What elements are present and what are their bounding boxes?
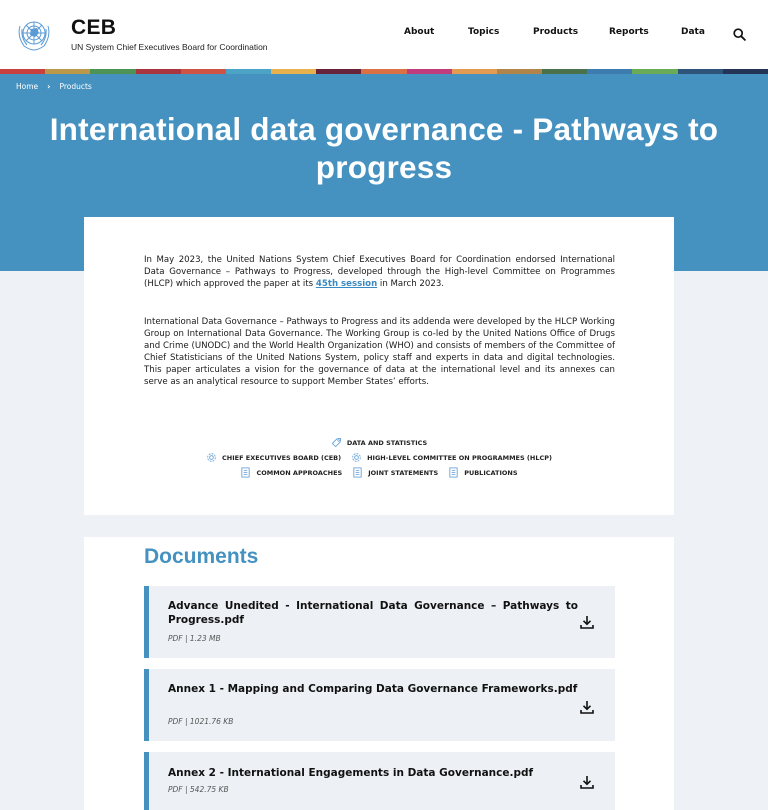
un-emblem-icon[interactable] <box>14 14 54 54</box>
tag-publications[interactable]: PUBLICATIONS <box>448 467 518 478</box>
nav-products[interactable]: Products <box>533 27 578 37</box>
document-title[interactable]: Annex 2 - International Engagements in D… <box>168 766 578 780</box>
documents-section: Documents Advance Unedited - Internation… <box>84 537 674 810</box>
document-item[interactable]: Annex 2 - International Engagements in D… <box>144 752 615 810</box>
tag-label: HIGH-LEVEL COMMITTEE ON PROGRAMMES (HLCP… <box>367 453 552 462</box>
tag-ceb[interactable]: CHIEF EXECUTIVES BOARD (CEB) <box>206 452 341 463</box>
site-header: CEB UN System Chief Executives Board for… <box>0 0 768 69</box>
download-icon[interactable] <box>579 614 595 630</box>
tag-label: PUBLICATIONS <box>464 468 518 477</box>
intro-paragraph-2: International Data Governance – Pathways… <box>144 317 615 387</box>
document-title[interactable]: Advance Unedited - International Data Go… <box>168 599 578 627</box>
intro-card: In May 2023, the United Nations System C… <box>84 217 674 515</box>
gear-icon <box>352 453 361 462</box>
tag-data-and-statistics[interactable]: DATA AND STATISTICS <box>331 437 427 448</box>
intro-text: in March 2023. <box>377 278 445 289</box>
document-icon <box>353 467 362 478</box>
chevron-right-icon: › <box>47 82 51 91</box>
body-tags: CHIEF EXECUTIVES BOARD (CEB) HIGH-LEVEL … <box>84 450 674 465</box>
nav-reports[interactable]: Reports <box>609 27 649 37</box>
tag-joint-statements[interactable]: JOINT STATEMENTS <box>352 467 438 478</box>
topic-tags: DATA AND STATISTICS <box>84 435 674 450</box>
search-icon[interactable] <box>733 28 746 41</box>
download-icon[interactable] <box>579 699 595 715</box>
brand-subtitle: UN System Chief Executives Board for Coo… <box>71 42 268 52</box>
document-item[interactable]: Annex 1 - Mapping and Comparing Data Gov… <box>144 669 615 741</box>
documents-heading: Documents <box>144 545 259 568</box>
document-meta: PDF | 542.75 KB <box>168 785 229 794</box>
document-meta: PDF | 1.23 MB <box>168 634 221 643</box>
breadcrumb-products[interactable]: Products <box>59 82 91 91</box>
breadcrumb-home[interactable]: Home <box>16 82 38 91</box>
nav-about[interactable]: About <box>404 27 434 37</box>
tag-hlcp[interactable]: HIGH-LEVEL COMMITTEE ON PROGRAMMES (HLCP… <box>351 452 552 463</box>
tags: DATA AND STATISTICS CHIEF EXECUTIVES BOA… <box>84 435 674 480</box>
document-meta: PDF | 1021.76 KB <box>168 717 234 726</box>
gear-icon <box>207 453 216 462</box>
tag-common-approaches[interactable]: COMMON APPROACHES <box>240 467 342 478</box>
nav-topics[interactable]: Topics <box>468 27 499 37</box>
page-title: International data governance - Pathways… <box>49 111 719 185</box>
tag-icon <box>331 437 341 448</box>
brand-title[interactable]: CEB <box>71 16 116 40</box>
breadcrumb: Home › Products <box>16 82 92 91</box>
tag-label: CHIEF EXECUTIVES BOARD (CEB) <box>222 453 342 462</box>
document-icon <box>449 467 458 478</box>
document-item[interactable]: Advance Unedited - International Data Go… <box>144 586 615 658</box>
type-tags: COMMON APPROACHES JOINT STATEMENTS PUBLI… <box>84 465 674 480</box>
document-icon <box>241 467 251 478</box>
session-link[interactable]: 45th session <box>316 279 377 289</box>
intro-paragraph-1: In May 2023, the United Nations System C… <box>144 255 615 291</box>
download-icon[interactable] <box>579 774 595 790</box>
tag-label: DATA AND STATISTICS <box>346 438 428 447</box>
tag-label: JOINT STATEMENTS <box>368 468 439 477</box>
document-title[interactable]: Annex 1 - Mapping and Comparing Data Gov… <box>168 682 578 696</box>
tag-label: COMMON APPROACHES <box>256 468 343 477</box>
nav-data[interactable]: Data <box>681 27 705 37</box>
